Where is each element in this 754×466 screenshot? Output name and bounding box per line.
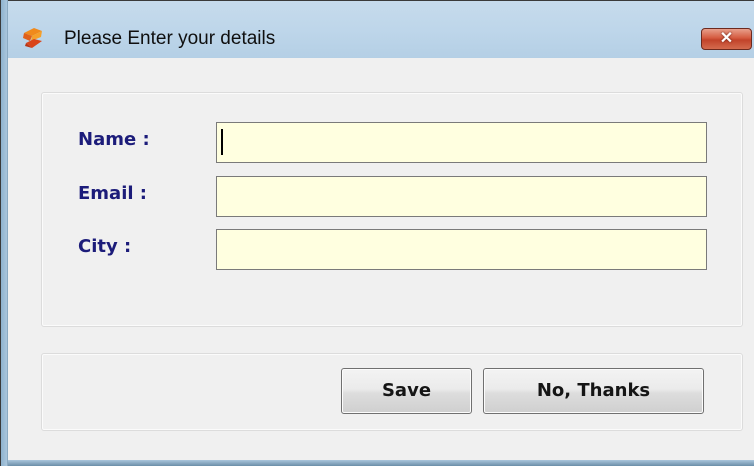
title-bar[interactable]: Please Enter your details ✕ <box>8 0 754 59</box>
city-input[interactable] <box>216 229 707 270</box>
email-input[interactable] <box>216 176 707 217</box>
window-bottom-border <box>8 460 754 466</box>
close-icon: ✕ <box>719 30 734 47</box>
text-caret <box>221 129 223 155</box>
details-form-group: Name : Email : City : <box>41 92 743 327</box>
window-left-border <box>0 0 8 466</box>
city-label: City : <box>78 236 132 257</box>
name-input[interactable] <box>216 122 707 163</box>
actions-group: Save No, Thanks <box>41 353 743 431</box>
name-label: Name : <box>78 129 150 150</box>
close-button[interactable]: ✕ <box>701 28 752 50</box>
save-button[interactable]: Save <box>341 368 472 414</box>
no-thanks-button[interactable]: No, Thanks <box>483 368 704 414</box>
email-label: Email : <box>78 183 148 204</box>
app-logo-icon <box>22 27 44 49</box>
dialog-body: Name : Email : City : Save No, Thanks <box>8 58 754 460</box>
dialog-window: Please Enter your details ✕ Name : Email… <box>0 0 754 466</box>
window-title: Please Enter your details <box>64 28 276 49</box>
